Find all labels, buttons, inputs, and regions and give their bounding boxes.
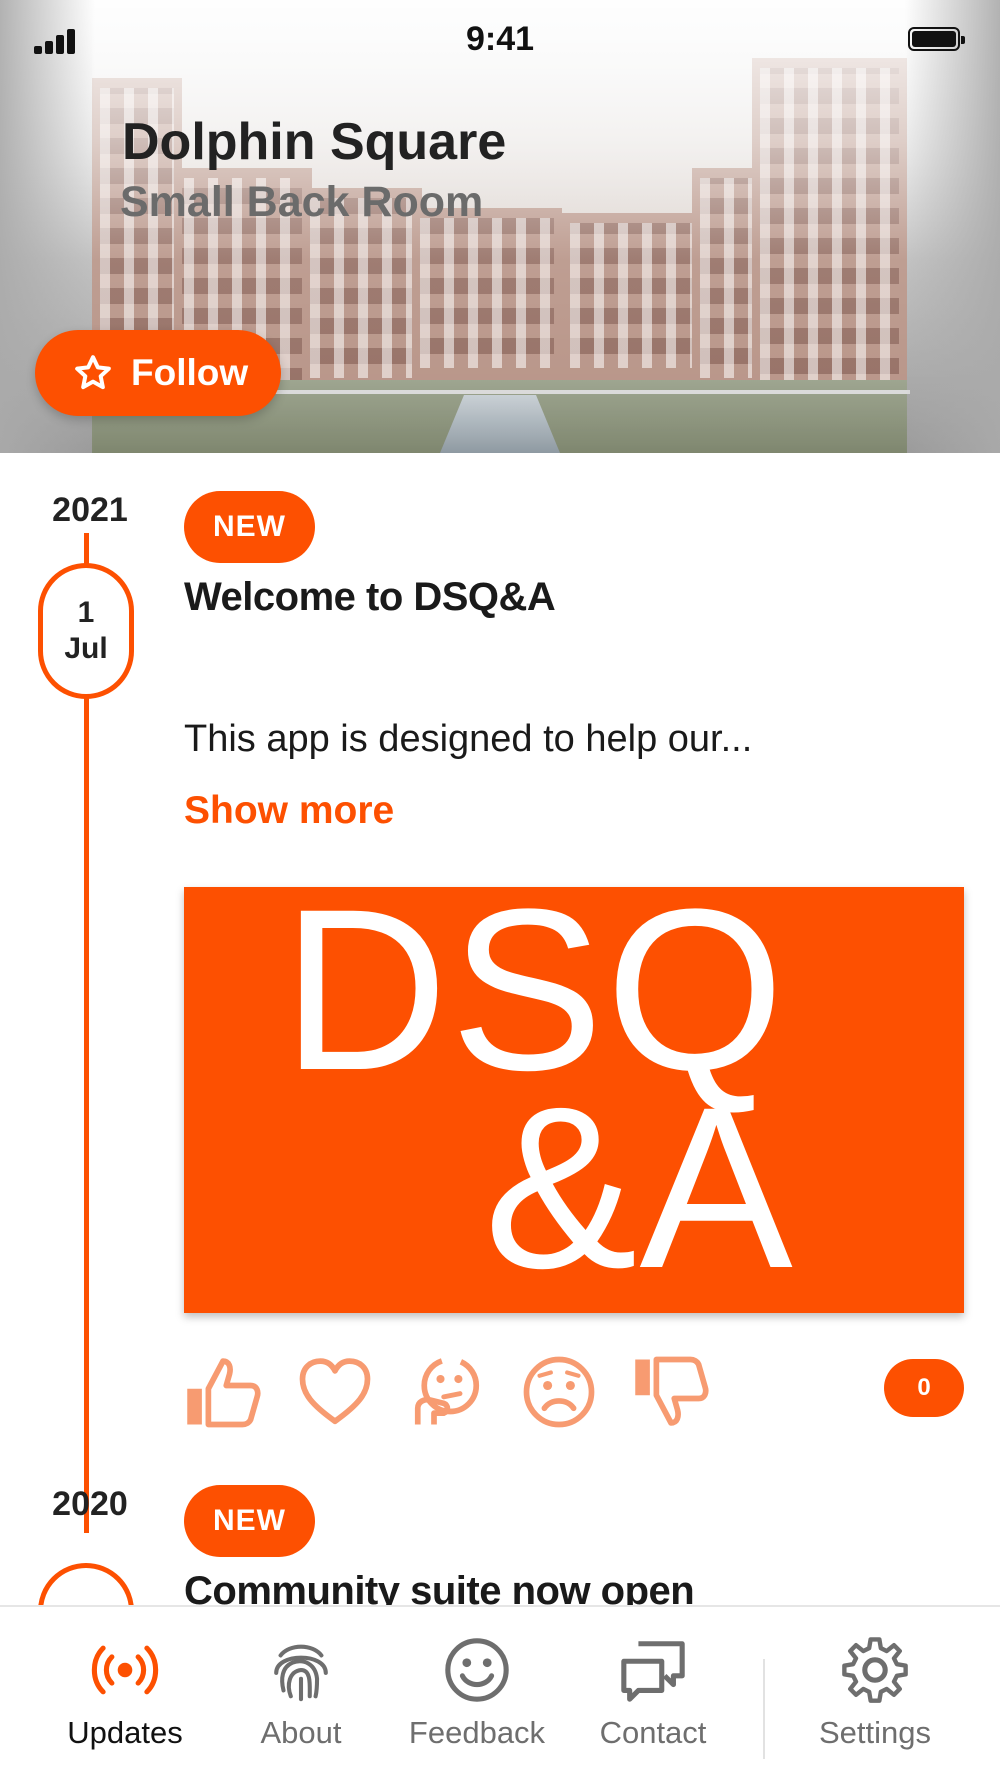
thinking-reaction[interactable]: [408, 1353, 486, 1431]
follow-label: Follow: [131, 352, 249, 393]
status-bar: 9:41: [0, 0, 1000, 80]
follow-button[interactable]: Follow: [35, 330, 281, 416]
tab-label: About: [260, 1715, 342, 1750]
tab-separator: [763, 1659, 765, 1759]
date-pill: [38, 1563, 134, 1605]
tab-about[interactable]: About: [221, 1635, 381, 1751]
post-image-text-line2: &A: [484, 1059, 795, 1313]
battery-icon: [908, 27, 965, 51]
date-day: 1: [77, 596, 95, 629]
star-icon: [75, 355, 111, 390]
header-hero: 9:41 Dolphin Square Small Back Room Foll…: [0, 0, 1000, 453]
tab-settings[interactable]: Settings: [795, 1635, 955, 1751]
new-badge: NEW: [184, 1485, 315, 1557]
bottom-tab-bar: Updates About Feedback Contact Settings: [0, 1605, 1000, 1778]
date-month: Jul: [64, 632, 108, 665]
updates-feed[interactable]: 2021 1 Jul NEW Welcome to DSQ&A This app…: [0, 453, 1000, 1605]
post-excerpt: This app is designed to help our...: [184, 718, 753, 760]
reaction-count-badge[interactable]: 0: [884, 1359, 964, 1417]
thinking-face-icon: [414, 1356, 480, 1425]
fingerprint-icon: [274, 1644, 328, 1702]
broadcast-icon: [91, 1645, 159, 1695]
show-more-link[interactable]: Show more: [184, 789, 394, 833]
tab-updates[interactable]: Updates: [45, 1635, 205, 1751]
thumbs-down-icon: [635, 1356, 709, 1426]
status-time: 9:41: [465, 20, 535, 58]
timeline-year: 2020: [52, 1485, 128, 1523]
sad-reaction[interactable]: [520, 1353, 598, 1431]
thumbs-up-reaction[interactable]: [184, 1353, 262, 1431]
signal-icon: [34, 28, 78, 54]
tab-label: Updates: [67, 1715, 183, 1750]
heart-icon: [299, 1358, 371, 1425]
sad-face-icon: [523, 1356, 595, 1428]
heart-reaction[interactable]: [296, 1353, 374, 1431]
timeline-year: 2021: [52, 491, 128, 529]
post-title[interactable]: Welcome to DSQ&A: [184, 575, 556, 620]
tab-label: Contact: [599, 1715, 707, 1750]
page-title: Dolphin Square: [122, 113, 507, 171]
thumbs-down-reaction[interactable]: [632, 1353, 710, 1431]
tab-contact[interactable]: Contact: [573, 1635, 733, 1751]
page-subtitle: Small Back Room: [120, 178, 484, 226]
thumbs-up-icon: [187, 1358, 261, 1428]
reaction-bar: 0: [184, 1353, 964, 1433]
new-badge: NEW: [184, 491, 315, 563]
smiley-icon: [445, 1638, 509, 1702]
tab-label: Settings: [818, 1715, 931, 1750]
post-image[interactable]: DSQ &A: [184, 887, 964, 1313]
chat-bubbles-icon: [621, 1641, 685, 1702]
post-title[interactable]: Community suite now open: [184, 1569, 695, 1605]
date-pill: 1 Jul: [38, 563, 134, 699]
tab-label: Feedback: [408, 1715, 546, 1750]
gear-icon: [842, 1637, 908, 1703]
tab-feedback[interactable]: Feedback: [397, 1635, 557, 1751]
